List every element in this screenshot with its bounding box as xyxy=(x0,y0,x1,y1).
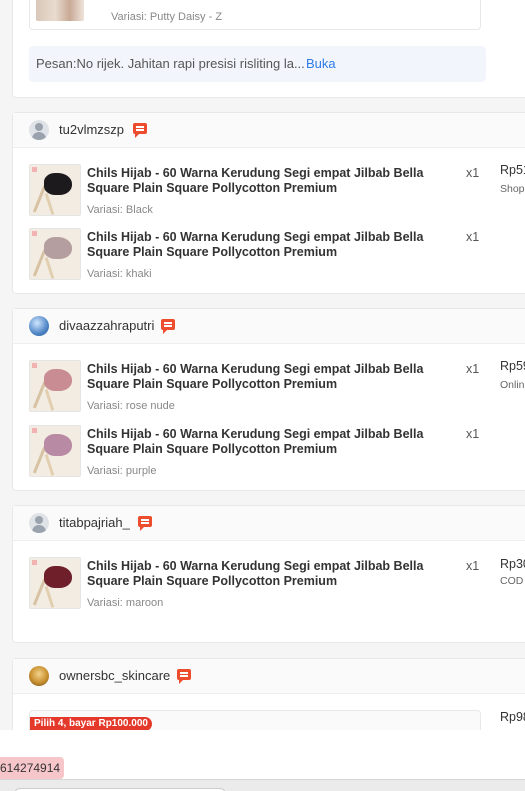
bottom-bar xyxy=(0,779,525,791)
variation-label: Variasi: Putty Daisy - Z xyxy=(111,11,223,23)
order-card: tu2vlmzszp Chils Hijab - 60 Warna Kerudu… xyxy=(12,112,525,294)
avatar[interactable] xyxy=(29,513,49,533)
avatar[interactable] xyxy=(29,316,49,336)
chat-icon[interactable] xyxy=(133,123,147,138)
chat-icon[interactable] xyxy=(177,669,191,684)
buyer-username[interactable]: tu2vlmzszp xyxy=(59,113,124,147)
variation-label: Variasi: Black xyxy=(87,204,153,216)
product-color-swatch xyxy=(44,369,72,391)
order-item[interactable]: Chils Hijab - 60 Warna Kerudung Segi emp… xyxy=(29,360,509,412)
product-thumbnail[interactable] xyxy=(36,0,84,21)
product-title[interactable]: Chils Hijab - 60 Warna Kerudung Segi emp… xyxy=(87,559,465,589)
product-title[interactable]: Chils Hijab - 60 Warna Kerudung Segi emp… xyxy=(87,362,465,392)
buyer-message: Pesan:No rijek. Jahitan rapi presisi ris… xyxy=(29,46,486,82)
order-item[interactable]: Variasi: Putty Daisy - Z xyxy=(29,0,481,30)
product-title[interactable]: Chils Hijab - 60 Warna Kerudung Segi emp… xyxy=(87,427,465,457)
avatar[interactable] xyxy=(29,120,49,140)
product-color-swatch xyxy=(44,434,72,456)
product-thumbnail[interactable] xyxy=(29,360,81,412)
product-color-swatch xyxy=(44,566,72,588)
order-total: Rp30 xyxy=(500,557,525,571)
product-title[interactable]: Chils Hijab - 60 Warna Kerudung Segi emp… xyxy=(87,166,465,196)
buyer-username[interactable]: divaazzahraputri xyxy=(59,309,154,343)
order-card: titabpajriah_ Chils Hijab - 60 Warna Ker… xyxy=(12,505,525,643)
product-thumbnail[interactable] xyxy=(29,228,81,280)
order-item[interactable]: Chils Hijab - 60 Warna Kerudung Segi emp… xyxy=(29,425,509,477)
quantity: x1 xyxy=(466,559,480,573)
product-color-swatch xyxy=(44,173,72,195)
order-total: Rp98 xyxy=(500,710,525,724)
buyer-username[interactable]: titabpajriah_ xyxy=(59,506,130,540)
product-thumbnail[interactable] xyxy=(29,164,81,216)
variation-label: Variasi: rose nude xyxy=(87,400,175,412)
order-card-header: tu2vlmzszp xyxy=(13,113,525,148)
avatar[interactable] xyxy=(29,666,49,686)
shipping-method: COD xyxy=(500,575,524,587)
order-card: divaazzahraputri Chils Hijab - 60 Warna … xyxy=(12,308,525,491)
order-card-header: ownersbc_skincare xyxy=(13,659,525,694)
chat-icon[interactable] xyxy=(138,516,152,531)
product-title[interactable]: Chils Hijab - 60 Warna Kerudung Segi emp… xyxy=(87,230,465,260)
variation-label: Variasi: maroon xyxy=(87,597,164,609)
quantity: x1 xyxy=(466,230,480,244)
product-color-swatch xyxy=(44,237,72,259)
promo-badge: Pilih 4, bayar Rp100.000 xyxy=(30,717,152,731)
variation-label: Variasi: purple xyxy=(87,465,157,477)
buyer-username[interactable]: ownersbc_skincare xyxy=(59,659,170,693)
footer-area xyxy=(0,730,525,780)
order-item[interactable]: Chils Hijab - 60 Warna Kerudung Segi emp… xyxy=(29,164,509,216)
order-card-header: divaazzahraputri xyxy=(13,309,525,344)
product-thumbnail[interactable] xyxy=(29,557,81,609)
chat-icon[interactable] xyxy=(161,319,175,334)
shipping-method: Onlin xyxy=(500,379,525,391)
shipping-method: Shop xyxy=(500,183,525,195)
quantity: x1 xyxy=(466,427,480,441)
variation-label: Variasi: khaki xyxy=(87,268,152,280)
orders-page: Variasi: Putty Daisy - Z Pesan:No rijek.… xyxy=(0,0,525,791)
open-message-link[interactable]: Buka xyxy=(306,46,336,82)
order-card-header: titabpajriah_ xyxy=(13,506,525,541)
order-item[interactable]: Chils Hijab - 60 Warna Kerudung Segi emp… xyxy=(29,228,509,280)
buyer-message-text: Pesan:No rijek. Jahitan rapi presisi ris… xyxy=(36,56,305,71)
order-total: Rp51 xyxy=(500,163,525,177)
product-thumbnail[interactable] xyxy=(29,425,81,477)
order-item[interactable]: Chils Hijab - 60 Warna Kerudung Segi emp… xyxy=(29,557,509,609)
order-id-tag[interactable]: 614274914 xyxy=(0,757,65,779)
quantity: x1 xyxy=(466,166,480,180)
order-card: Variasi: Putty Daisy - Z Pesan:No rijek.… xyxy=(12,0,525,98)
order-total: Rp59 xyxy=(500,359,525,373)
quantity: x1 xyxy=(466,362,480,376)
